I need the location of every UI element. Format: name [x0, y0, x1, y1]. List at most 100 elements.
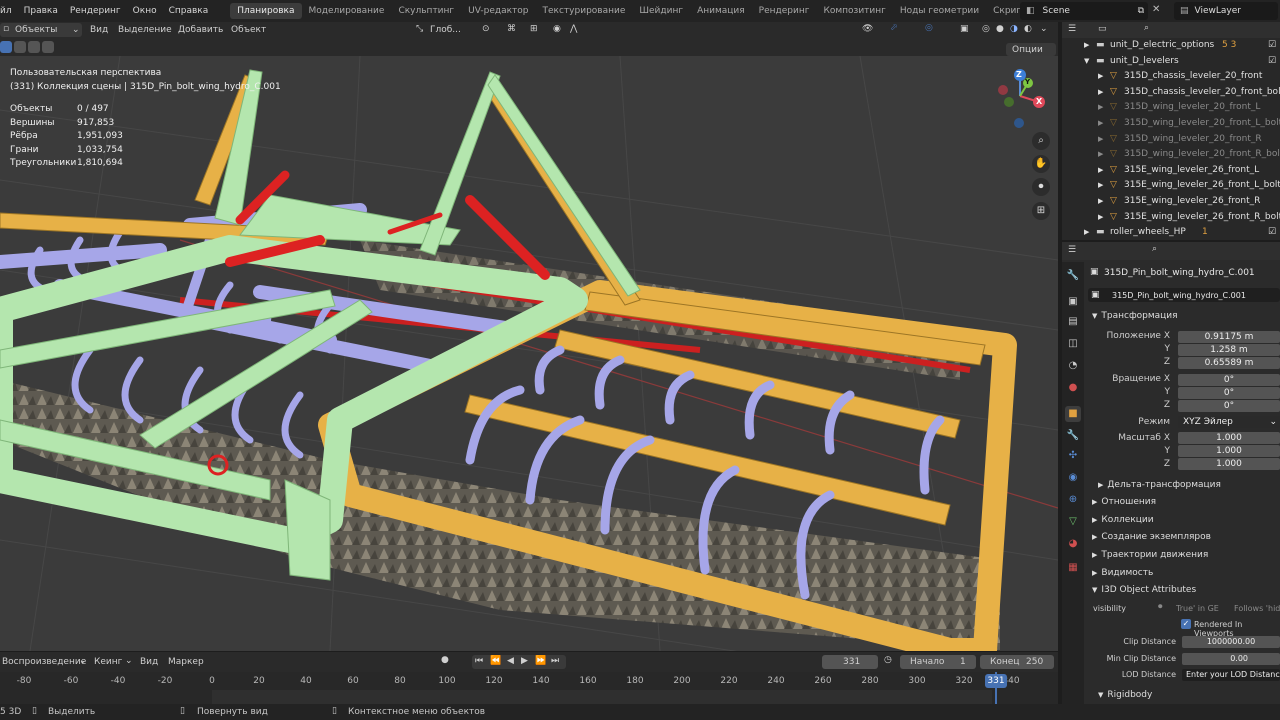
menu-view[interactable]: Вид: [90, 25, 108, 35]
i3d-attributes-panel[interactable]: ▼ I3D Object Attributes: [1088, 582, 1280, 598]
pan-hand-icon[interactable]: ✋: [1032, 155, 1050, 173]
expand-icon[interactable]: ▶: [1098, 147, 1103, 163]
location-x-field[interactable]: 0.91175 m: [1178, 331, 1280, 343]
view-layer-selector[interactable]: ▤ ViewLayer: [1174, 2, 1278, 20]
relations-panel[interactable]: ▶ Отношения: [1088, 494, 1280, 510]
modifier-tab-icon[interactable]: 🔧: [1065, 428, 1081, 444]
playhead[interactable]: 331: [985, 674, 1007, 688]
editor-type-icon[interactable]: ☰: [1068, 24, 1076, 34]
texture-tab-icon[interactable]: ▦: [1065, 560, 1081, 576]
outliner-row[interactable]: ▶ ▽ 315E_wing_leveler_26_front_R_bolt: [1062, 210, 1280, 226]
perspective-grid-icon[interactable]: ⊞: [1032, 202, 1050, 220]
transform-orientation[interactable]: Глоб...: [430, 25, 461, 35]
rigidbody-panel[interactable]: ▼ Rigidbody: [1098, 687, 1280, 703]
shading-material-icon[interactable]: ◑: [1010, 24, 1018, 34]
outliner-row[interactable]: ▶ ▽ 315E_wing_leveler_26_front_R: [1062, 194, 1280, 210]
menu-select[interactable]: Выделение: [118, 25, 172, 35]
shading-options-icon[interactable]: ⌄: [1040, 24, 1048, 34]
collapse-icon[interactable]: ▼: [1084, 54, 1089, 70]
close-scene-icon[interactable]: ✕: [1152, 4, 1160, 15]
transform-panel-header[interactable]: ▼ Трансформация: [1088, 308, 1280, 324]
visibility-panel[interactable]: ▶ Видимость: [1088, 565, 1280, 581]
select-subtract-icon[interactable]: [28, 41, 40, 53]
expand-icon[interactable]: ▶: [1098, 178, 1103, 194]
checkbox-icon[interactable]: ☑: [1268, 54, 1276, 70]
physics-tab-icon[interactable]: ◉: [1065, 470, 1081, 486]
expand-icon[interactable]: ▶: [1098, 69, 1103, 85]
rendered-in-viewports-checkbox[interactable]: ✓: [1181, 619, 1191, 629]
select-invert-icon[interactable]: [42, 41, 54, 53]
prev-keyframe-icon[interactable]: ⏪: [490, 656, 501, 666]
camera-icon[interactable]: ⏺: [1032, 178, 1050, 196]
material-tab-icon[interactable]: ◕: [1065, 536, 1081, 552]
play-icon[interactable]: ▶: [521, 656, 528, 666]
outliner-row[interactable]: ▶ ▬ roller_wheels_HP 1 ☑: [1062, 225, 1280, 240]
menu-help[interactable]: Справка: [163, 6, 215, 16]
tab-uv-editing[interactable]: UV-редактор: [461, 3, 535, 19]
constraints-tab-icon[interactable]: ⊕: [1065, 492, 1081, 508]
outliner-row[interactable]: ▶ ▽ 315D_wing_leveler_20_front_R_bolt: [1062, 147, 1280, 163]
outliner-row[interactable]: ▶ ▽ 315D_chassis_leveler_20_front_bol: [1062, 85, 1280, 101]
location-z-field[interactable]: 0.65589 m: [1178, 357, 1280, 369]
view-layer-tab-icon[interactable]: ◫: [1065, 336, 1081, 352]
outliner-row[interactable]: ▶ ▽ 315D_wing_leveler_20_front_R: [1062, 132, 1280, 148]
record-icon[interactable]: ●: [441, 655, 449, 665]
menu-timeline-view[interactable]: Вид: [140, 657, 158, 667]
proportional-edit-icon[interactable]: ◉: [553, 24, 561, 34]
outliner-row[interactable]: ▼ ▬ unit_D_levelers ☑: [1062, 54, 1280, 70]
expand-icon[interactable]: ▶: [1098, 85, 1103, 101]
tab-layout[interactable]: Планировка: [230, 3, 302, 19]
gizmo-toggle-icon[interactable]: ⬀: [890, 23, 898, 33]
rotation-mode-dropdown[interactable]: XYZ Эйлер ⌄: [1178, 416, 1280, 428]
jump-end-icon[interactable]: ⏭: [551, 656, 559, 666]
shading-solid-icon[interactable]: ●: [996, 24, 1004, 34]
tool-tab-icon[interactable]: 🔧: [1065, 268, 1081, 284]
tab-shading[interactable]: Шейдинг: [632, 3, 690, 19]
instancing-panel[interactable]: ▶ Создание экземпляров: [1088, 529, 1280, 545]
3d-viewport[interactable]: Пользовательская перспектива (331) Колле…: [0, 56, 1058, 651]
object-tab-icon[interactable]: ■: [1065, 406, 1081, 422]
scale-x-field[interactable]: 1.000: [1178, 432, 1280, 444]
tab-modeling[interactable]: Моделирование: [302, 3, 392, 19]
tab-compositing[interactable]: Композитинг: [816, 3, 892, 19]
select-box-icon[interactable]: [0, 41, 12, 53]
particles-tab-icon[interactable]: ✣: [1065, 448, 1081, 464]
expand-icon[interactable]: ▶: [1098, 132, 1103, 148]
snap-target-icon[interactable]: ⊞: [530, 24, 538, 34]
checkbox-icon[interactable]: ☑: [1268, 38, 1276, 54]
expand-icon[interactable]: ▶: [1098, 194, 1103, 210]
min-clip-distance-field[interactable]: 0.00: [1182, 653, 1280, 665]
expand-icon[interactable]: ▶: [1084, 225, 1089, 240]
menu-marker[interactable]: Маркер: [168, 657, 204, 667]
outliner-row[interactable]: ▶ ▽ 315E_wing_leveler_26_front_L: [1062, 163, 1280, 179]
scene-copy-icon[interactable]: ⧉: [1138, 6, 1144, 16]
tab-geometry-nodes[interactable]: Ноды геометрии: [893, 3, 986, 19]
expand-icon[interactable]: ▶: [1084, 38, 1089, 54]
search-icon[interactable]: ⌕: [1144, 23, 1149, 33]
collections-panel[interactable]: ▶ Коллекции: [1088, 512, 1280, 528]
timeline-ruler[interactable]: -80 -60 -40 -20 0 20 40 60 80 100 120 140 160 180 200 2…: [0, 672, 1058, 704]
expand-icon[interactable]: ▶: [1098, 163, 1103, 179]
display-mode-icon[interactable]: ▭: [1098, 24, 1107, 34]
rotation-y-field[interactable]: 0°: [1178, 387, 1280, 399]
output-tab-icon[interactable]: ▤: [1065, 314, 1081, 330]
expand-icon[interactable]: ▶: [1098, 116, 1103, 132]
tab-sculpting[interactable]: Скульптинг: [391, 3, 461, 19]
menu-window[interactable]: Окно: [127, 6, 163, 16]
checkbox-icon[interactable]: ☑: [1268, 225, 1276, 240]
outliner-row[interactable]: ▶ ▬ unit_D_electric_options 5 3 ☑: [1062, 38, 1280, 54]
xray-icon[interactable]: ▣: [960, 24, 969, 34]
tab-animation[interactable]: Анимация: [690, 3, 752, 19]
tab-texture-paint[interactable]: Текстурирование: [536, 3, 633, 19]
zoom-icon[interactable]: ⌕: [1032, 132, 1050, 150]
menu-add[interactable]: Добавить: [178, 25, 223, 35]
menu-playback[interactable]: Воспроизведение: [2, 657, 86, 667]
editor-type-icon[interactable]: ☰: [1068, 245, 1076, 255]
select-extend-icon[interactable]: [14, 41, 26, 53]
overlays-icon[interactable]: ◎: [925, 23, 933, 33]
outliner-row[interactable]: ▶ ▽ 315D_wing_leveler_20_front_L_bolt: [1062, 116, 1280, 132]
tab-rendering[interactable]: Рендеринг: [752, 3, 817, 19]
lod-distance-field[interactable]: Enter your LOD Distances if: [1182, 669, 1280, 681]
menu-object[interactable]: Объект: [231, 25, 266, 35]
rotation-x-field[interactable]: 0°: [1178, 374, 1280, 386]
